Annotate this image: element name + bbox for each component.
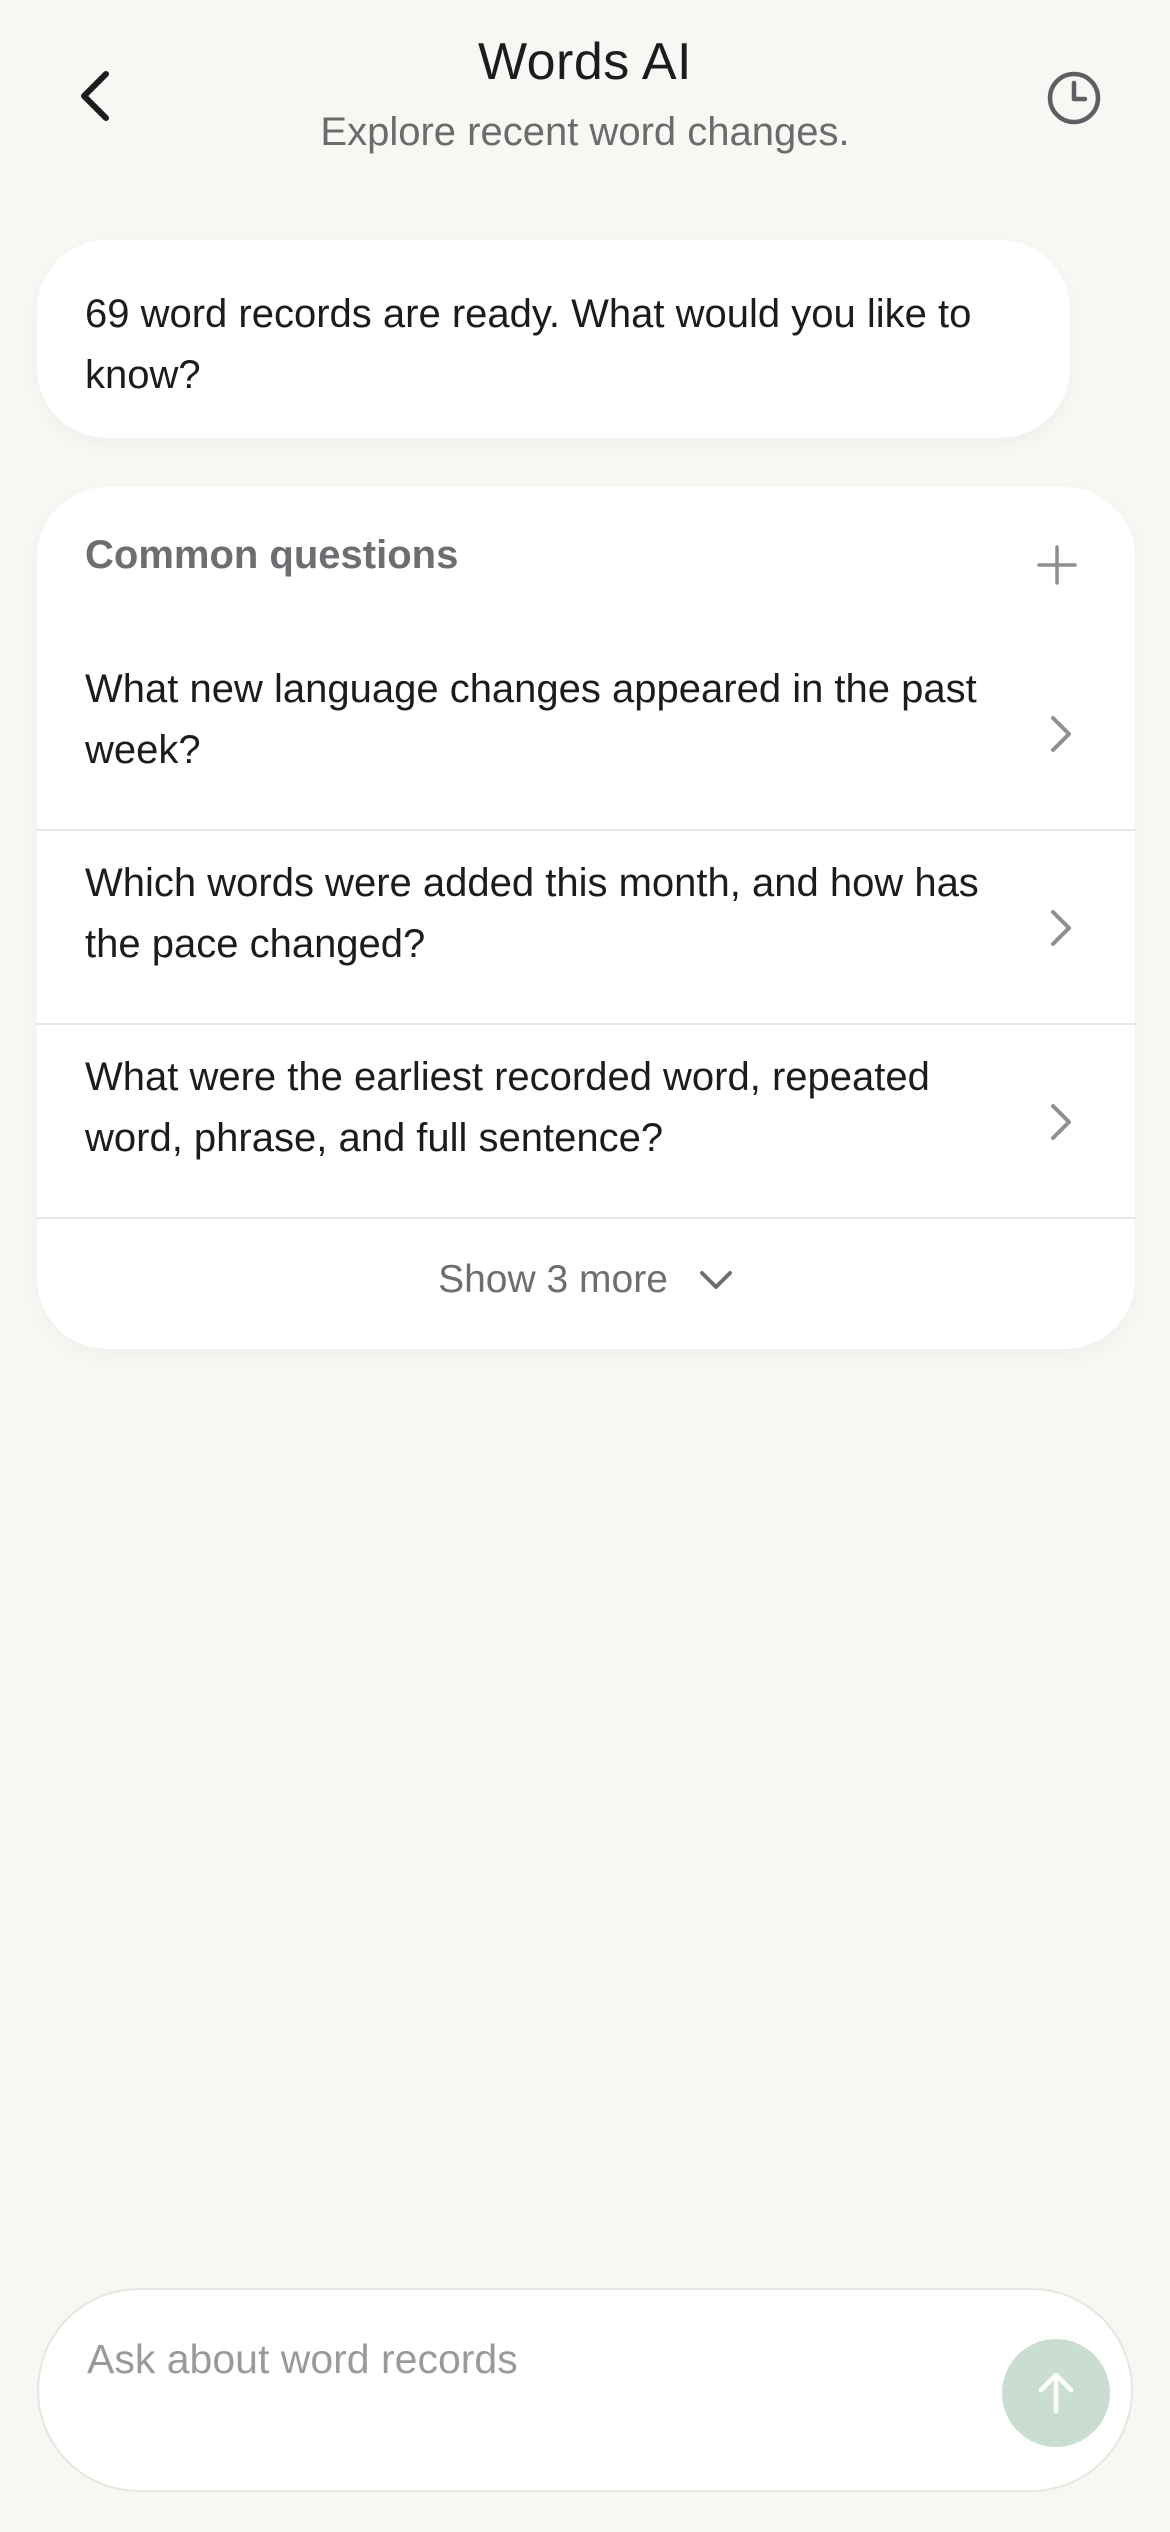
question-item[interactable]: Which words were added this month, and h… — [37, 831, 1135, 1025]
chevron-down-icon — [699, 1271, 732, 1289]
arrow-up-icon — [1038, 2372, 1074, 2414]
composer — [37, 2288, 1133, 2492]
common-questions-title: Common questions — [85, 533, 459, 577]
clock-icon — [1047, 71, 1101, 125]
ask-input[interactable] — [87, 2324, 967, 2394]
question-item[interactable]: What were the earliest recorded word, re… — [37, 1025, 1135, 1219]
common-questions-card: Common questions What new language chang… — [37, 487, 1135, 1349]
question-item[interactable]: What new language changes appeared in th… — [37, 637, 1135, 831]
page-subtitle: Explore recent word changes. — [320, 110, 850, 154]
header: Words AI Explore recent word changes. — [0, 0, 1170, 200]
history-button[interactable] — [1036, 60, 1112, 136]
show-more-label: Show 3 more — [438, 1258, 668, 1301]
question-text: Which words were added this month, and h… — [85, 861, 979, 966]
show-more-button[interactable]: Show 3 more — [37, 1213, 1135, 1349]
page-title: Words AI — [477, 33, 692, 91]
question-text: What were the earliest recorded word, re… — [85, 1055, 930, 1160]
common-questions-header: Common questions — [37, 487, 1135, 637]
chevron-right-icon — [1039, 1093, 1083, 1151]
add-question-button[interactable] — [1027, 535, 1087, 595]
plus-icon — [1037, 545, 1077, 585]
send-button[interactable] — [1002, 2339, 1110, 2447]
chevron-right-icon — [1039, 705, 1083, 763]
chevron-right-icon — [1039, 899, 1083, 957]
assistant-message: 69 word records are ready. What would yo… — [37, 240, 1070, 438]
question-text: What new language changes appeared in th… — [85, 667, 977, 772]
